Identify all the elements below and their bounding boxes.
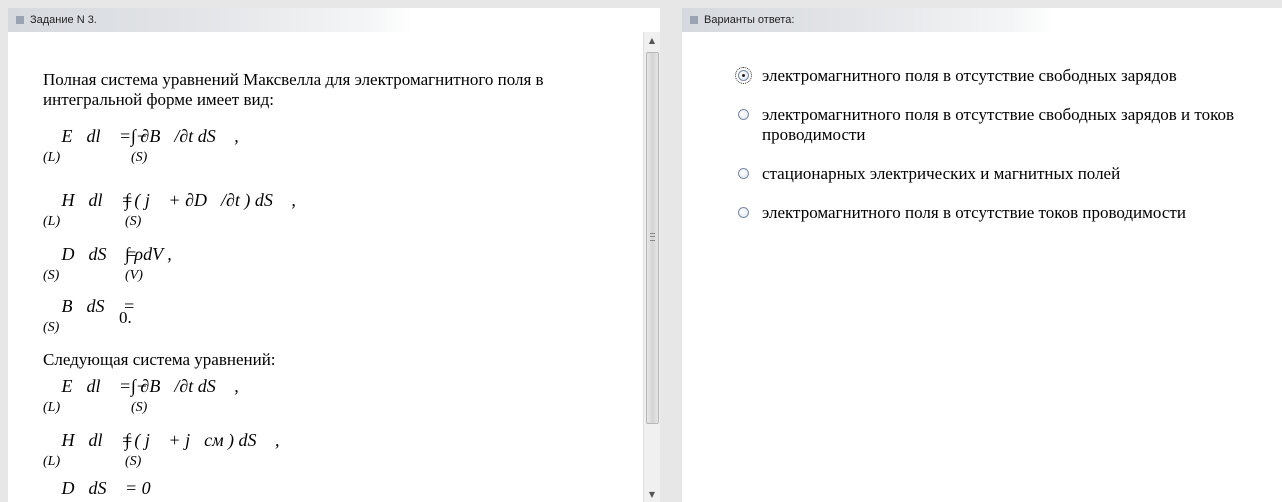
following-text: Следующая система уравнений:	[43, 350, 276, 369]
equation-1-rhs: ∫ ∂B⃗/∂t dS⃗ ,	[131, 126, 239, 146]
equation-2-lhs: ∮ H⃗dl⃗ =	[43, 190, 134, 210]
equation-1-lower-right: (S)	[131, 150, 148, 165]
grip-icon	[650, 233, 655, 241]
answer-option-1[interactable]: электромагнитного поля в отсутствие своб…	[735, 66, 1258, 86]
radio-icon[interactable]	[738, 168, 749, 179]
question-title: Задание N 3.	[30, 14, 97, 26]
answer-label-2: электромагнитного поля в отсутствие своб…	[762, 105, 1235, 144]
arrow-down-icon[interactable]: ▼	[647, 490, 657, 500]
answers-panel: Варианты ответа: электромагнитного поля …	[682, 8, 1282, 502]
question-panel-header: Задание N 3.	[8, 8, 660, 32]
scrollbar-thumb[interactable]	[646, 52, 659, 424]
following-equation-2: ∮ H⃗dl⃗ = ∫ ( j⃗ + j⃗см ) dS⃗ , (L) (S)	[43, 424, 603, 474]
equation-1-lower-left: (L)	[43, 150, 61, 165]
equation-2-lower-left: (L)	[43, 214, 61, 229]
equation-2-rhs: ∫ ( j⃗ + ∂D⃗/∂t ) dS⃗ ,	[125, 190, 296, 210]
radio-icon[interactable]	[738, 109, 749, 120]
equation-3-lower-right: (V)	[125, 268, 143, 283]
equation-2: ∮ H⃗dl⃗ = ∫ ( j⃗ + ∂D⃗/∂t ) dS⃗ , (L) (S…	[43, 180, 603, 230]
following-equation-3-lhs: ∮ D⃗dS⃗ = 0	[43, 478, 151, 498]
following-equation-2-lower-right: (S)	[125, 454, 142, 469]
question-panel: Задание N 3. Полная система уравнений Ма…	[8, 8, 660, 502]
equation-1: ∮ E⃗dl⃗ = − ∫ ∂B⃗/∂t dS⃗ , (L) (S)	[43, 120, 603, 170]
following-equation-1: ∮ E⃗dl⃗ = − ∫ ∂B⃗/∂t dS⃗ , (L) (S)	[43, 370, 603, 420]
radio-selected-icon[interactable]	[735, 67, 752, 84]
equation-3: ∮ D⃗dS⃗ = ∫ ρdV , (S) (V)	[43, 240, 603, 290]
square-bullet-icon	[690, 16, 698, 24]
equation-3-lhs: ∮ D⃗dS⃗ =	[43, 244, 138, 264]
square-bullet-icon	[16, 16, 24, 24]
answer-label-3: стационарных электрических и магнитных п…	[762, 164, 1121, 183]
equation-4-rhs: 0.	[119, 308, 132, 327]
following-equation-2-rhs: ∫ ( j⃗ + j⃗см ) dS⃗ ,	[125, 430, 280, 450]
answers-title: Варианты ответа:	[704, 14, 795, 26]
equation-3-rhs: ∫ ρdV ,	[125, 244, 172, 264]
following-equation-3: ∮ D⃗dS⃗ = 0	[43, 474, 603, 502]
radio-icon[interactable]	[738, 207, 749, 218]
answers-list: электромагнитного поля в отсутствие своб…	[735, 66, 1258, 242]
answer-option-4[interactable]: электромагнитного поля в отсутствие токо…	[738, 203, 1258, 223]
answer-option-3[interactable]: стационарных электрических и магнитных п…	[738, 164, 1258, 184]
following-equation-1-lower-right: (S)	[131, 400, 148, 415]
equation-3-lower-left: (S)	[43, 268, 60, 283]
answers-panel-header: Варианты ответа:	[682, 8, 1282, 32]
following-equation-2-lower-left: (L)	[43, 454, 61, 469]
answer-option-2[interactable]: электромагнитного поля в отсутствие своб…	[738, 105, 1258, 145]
equation-4-lower-left: (S)	[43, 320, 60, 335]
answer-label-4: электромагнитного поля в отсутствие токо…	[762, 203, 1186, 222]
following-equation-1-lower-left: (L)	[43, 400, 61, 415]
following-equation-2-lhs: ∮ H⃗dl⃗ =	[43, 430, 134, 450]
equation-4: ∮ B⃗dS⃗ = 0. (S)	[43, 290, 603, 340]
question-text: Полная система уравнений Максвелла для э…	[43, 70, 544, 109]
vertical-scrollbar[interactable]: ▲ ▼	[643, 32, 660, 502]
answer-label-1: электромагнитного поля в отсутствие своб…	[762, 66, 1177, 85]
equation-2-lower-right: (S)	[125, 214, 142, 229]
following-equation-1-rhs: ∫ ∂B⃗/∂t dS⃗ ,	[131, 376, 239, 396]
arrow-up-icon[interactable]: ▲	[647, 36, 657, 46]
question-content[interactable]: Полная система уравнений Максвелла для э…	[8, 32, 644, 502]
